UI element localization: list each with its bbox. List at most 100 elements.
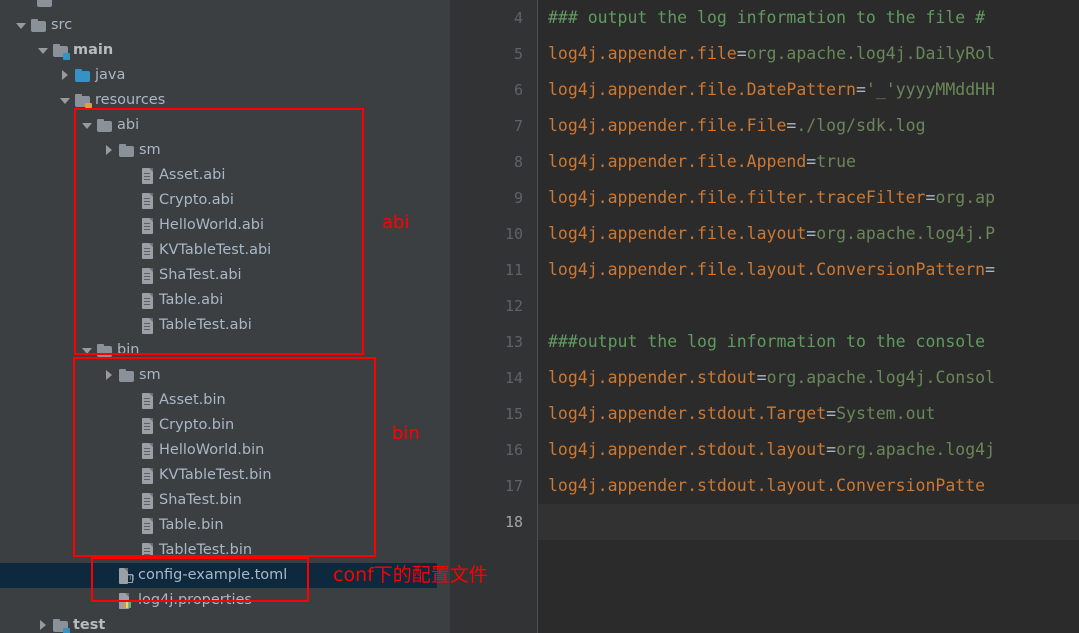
code-token-v: org.apache.log4j.Consol bbox=[766, 368, 996, 387]
chevron-down-icon[interactable] bbox=[38, 45, 49, 56]
tree-item-java[interactable]: java bbox=[0, 63, 437, 88]
tree-item-label: HelloWorld.abi bbox=[159, 217, 265, 233]
tree-item-sm[interactable]: sm bbox=[0, 363, 437, 388]
chevron-right-icon[interactable] bbox=[38, 620, 49, 631]
chevron-right-icon[interactable] bbox=[104, 145, 115, 156]
tree-item-label: Crypto.abi bbox=[159, 192, 234, 208]
tree-item-asset-abi[interactable]: Asset.abi bbox=[0, 163, 437, 188]
tree-item-table-bin[interactable]: Table.bin bbox=[0, 513, 437, 538]
chevron-down-icon[interactable] bbox=[82, 120, 93, 131]
line-number: 10 bbox=[504, 225, 523, 243]
code-line[interactable]: log4j.appender.stdout.Target=System.out bbox=[548, 396, 935, 432]
code-line[interactable]: log4j.appender.stdout.layout=org.apache.… bbox=[548, 432, 995, 468]
chevron-down-icon[interactable] bbox=[82, 345, 93, 356]
code-line[interactable]: log4j.appender.stdout=org.apache.log4j.C… bbox=[548, 360, 995, 396]
tree-item-label: java bbox=[95, 67, 126, 83]
code-line[interactable]: ### output the log information to the fi… bbox=[548, 0, 985, 36]
tree-item-label: KVTableTest.bin bbox=[159, 467, 272, 483]
folder-icon bbox=[119, 369, 134, 382]
tree-item-label: Asset.bin bbox=[159, 392, 226, 408]
tree-item-helloworld-abi[interactable]: HelloWorld.abi bbox=[0, 213, 437, 238]
line-number: 12 bbox=[504, 297, 523, 315]
tree-item-kvtabletest-bin[interactable]: KVTableTest.bin bbox=[0, 463, 437, 488]
code-line[interactable]: log4j.appender.file.Append=true bbox=[548, 144, 856, 180]
code-token-eq: = bbox=[826, 440, 837, 459]
folder-module-icon bbox=[53, 619, 70, 633]
code-line[interactable]: log4j.appender.file.layout.ConversionPat… bbox=[548, 252, 995, 288]
line-number: 5 bbox=[513, 45, 523, 63]
tree-item-helloworld-bin[interactable]: HelloWorld.bin bbox=[0, 438, 437, 463]
chevron-right-icon[interactable] bbox=[60, 70, 71, 81]
editor-pane[interactable]: 4 5 6 7 8 9 10 11 12 13 14 15 16 17 18 ### output the … bbox=[450, 0, 1079, 633]
tree-item-main[interactable]: main bbox=[0, 38, 437, 63]
tree-item-kvtabletest-abi[interactable]: KVTableTest.abi bbox=[0, 238, 437, 263]
editor-gutter[interactable]: 4 5 6 7 8 9 10 11 12 13 14 15 16 17 18 bbox=[450, 0, 537, 633]
tree-item[interactable] bbox=[0, 0, 437, 13]
code-token-v: org.apache.log4j.P bbox=[816, 224, 996, 243]
line-number: 14 bbox=[504, 369, 523, 387]
chevron-right-icon[interactable] bbox=[104, 370, 115, 381]
tree-item-sm[interactable]: sm bbox=[0, 138, 437, 163]
editor-code-area[interactable]: ### output the log information to the fi… bbox=[548, 0, 1079, 633]
code-line[interactable]: log4j.appender.file.DatePattern='_'yyyyM… bbox=[548, 72, 995, 108]
tree-item-log4j-properties[interactable]: log4j.properties bbox=[0, 588, 437, 613]
file-icon bbox=[141, 542, 154, 559]
ide-window: src main java resources abi sm Asset.abi Crypto… bbox=[0, 0, 1079, 633]
code-token-k: log4j.appender.file.filter.traceFilter bbox=[548, 188, 926, 207]
tree-item-asset-bin[interactable]: Asset.bin bbox=[0, 388, 437, 413]
tree-item-crypto-abi[interactable]: Crypto.abi bbox=[0, 188, 437, 213]
tree-item-label: config-example.toml bbox=[138, 567, 288, 583]
properties-file-icon bbox=[119, 592, 133, 609]
code-line[interactable]: log4j.appender.stdout.layout.ConversionP… bbox=[548, 468, 985, 504]
file-icon bbox=[141, 417, 154, 434]
code-token-eq: = bbox=[806, 224, 817, 243]
code-token-eq: = bbox=[985, 260, 996, 279]
code-token-v: '_'yyyyMMddHH bbox=[865, 80, 996, 99]
tree-item-label: bin bbox=[117, 342, 140, 358]
project-tool-window[interactable]: src main java resources abi sm Asset.abi Crypto… bbox=[0, 0, 437, 633]
tree-item-crypto-bin[interactable]: Crypto.bin bbox=[0, 413, 437, 438]
code-line[interactable]: ###output the log information to the con… bbox=[548, 324, 985, 360]
code-token-k: log4j.appender.file.File bbox=[548, 116, 787, 135]
code-token-k: log4j.appender.stdout.Target bbox=[548, 404, 827, 423]
line-number: 7 bbox=[513, 117, 523, 135]
code-line[interactable]: log4j.appender.file.File=./log/sdk.log bbox=[548, 108, 926, 144]
gutter-border bbox=[537, 0, 538, 633]
tree-item-shatest-bin[interactable]: ShaTest.bin bbox=[0, 488, 437, 513]
tree-item-label: src bbox=[51, 17, 73, 33]
line-number: 9 bbox=[513, 189, 523, 207]
tree-item-test[interactable]: test bbox=[0, 613, 437, 633]
tree-item-abi[interactable]: abi bbox=[0, 113, 437, 138]
project-panel-scrollbar-track[interactable] bbox=[437, 0, 885, 633]
code-line[interactable]: log4j.appender.file.layout=org.apache.lo… bbox=[548, 216, 995, 252]
code-token-v: org.ap bbox=[935, 188, 996, 207]
chevron-down-icon[interactable] bbox=[60, 95, 71, 106]
tree-item-src[interactable]: src bbox=[0, 13, 437, 38]
tree-item-label: TableTest.bin bbox=[159, 542, 253, 558]
tree-item-label: ShaTest.bin bbox=[159, 492, 242, 508]
tree-item-shatest-abi[interactable]: ShaTest.abi bbox=[0, 263, 437, 288]
code-line[interactable]: log4j.appender.file=org.apache.log4j.Dai… bbox=[548, 36, 995, 72]
file-icon bbox=[141, 442, 154, 459]
tree-item-table-abi[interactable]: Table.abi bbox=[0, 288, 437, 313]
code-token-k: log4j.appender.file bbox=[548, 44, 737, 63]
code-token-eq: = bbox=[855, 80, 866, 99]
tree-item-bin[interactable]: bin bbox=[0, 338, 437, 363]
line-number: 16 bbox=[504, 441, 523, 459]
chevron-down-icon[interactable] bbox=[16, 20, 27, 31]
code-token-k: log4j.appender.file.DatePattern bbox=[548, 80, 856, 99]
toml-file-icon: [T] bbox=[119, 567, 134, 584]
tree-item-resources[interactable]: resources bbox=[0, 88, 437, 113]
tree-item-tabletest-abi[interactable]: TableTest.abi bbox=[0, 313, 437, 338]
folder-module-icon bbox=[53, 44, 70, 60]
code-token-k: log4j.appender.stdout bbox=[548, 368, 757, 387]
code-token-k: log4j.appender.file.layout.ConversionPat… bbox=[548, 260, 986, 279]
tree-item-label: sm bbox=[139, 367, 161, 383]
code-line[interactable]: log4j.appender.file.filter.traceFilter=o… bbox=[548, 180, 995, 216]
code-token-eq: = bbox=[756, 368, 767, 387]
